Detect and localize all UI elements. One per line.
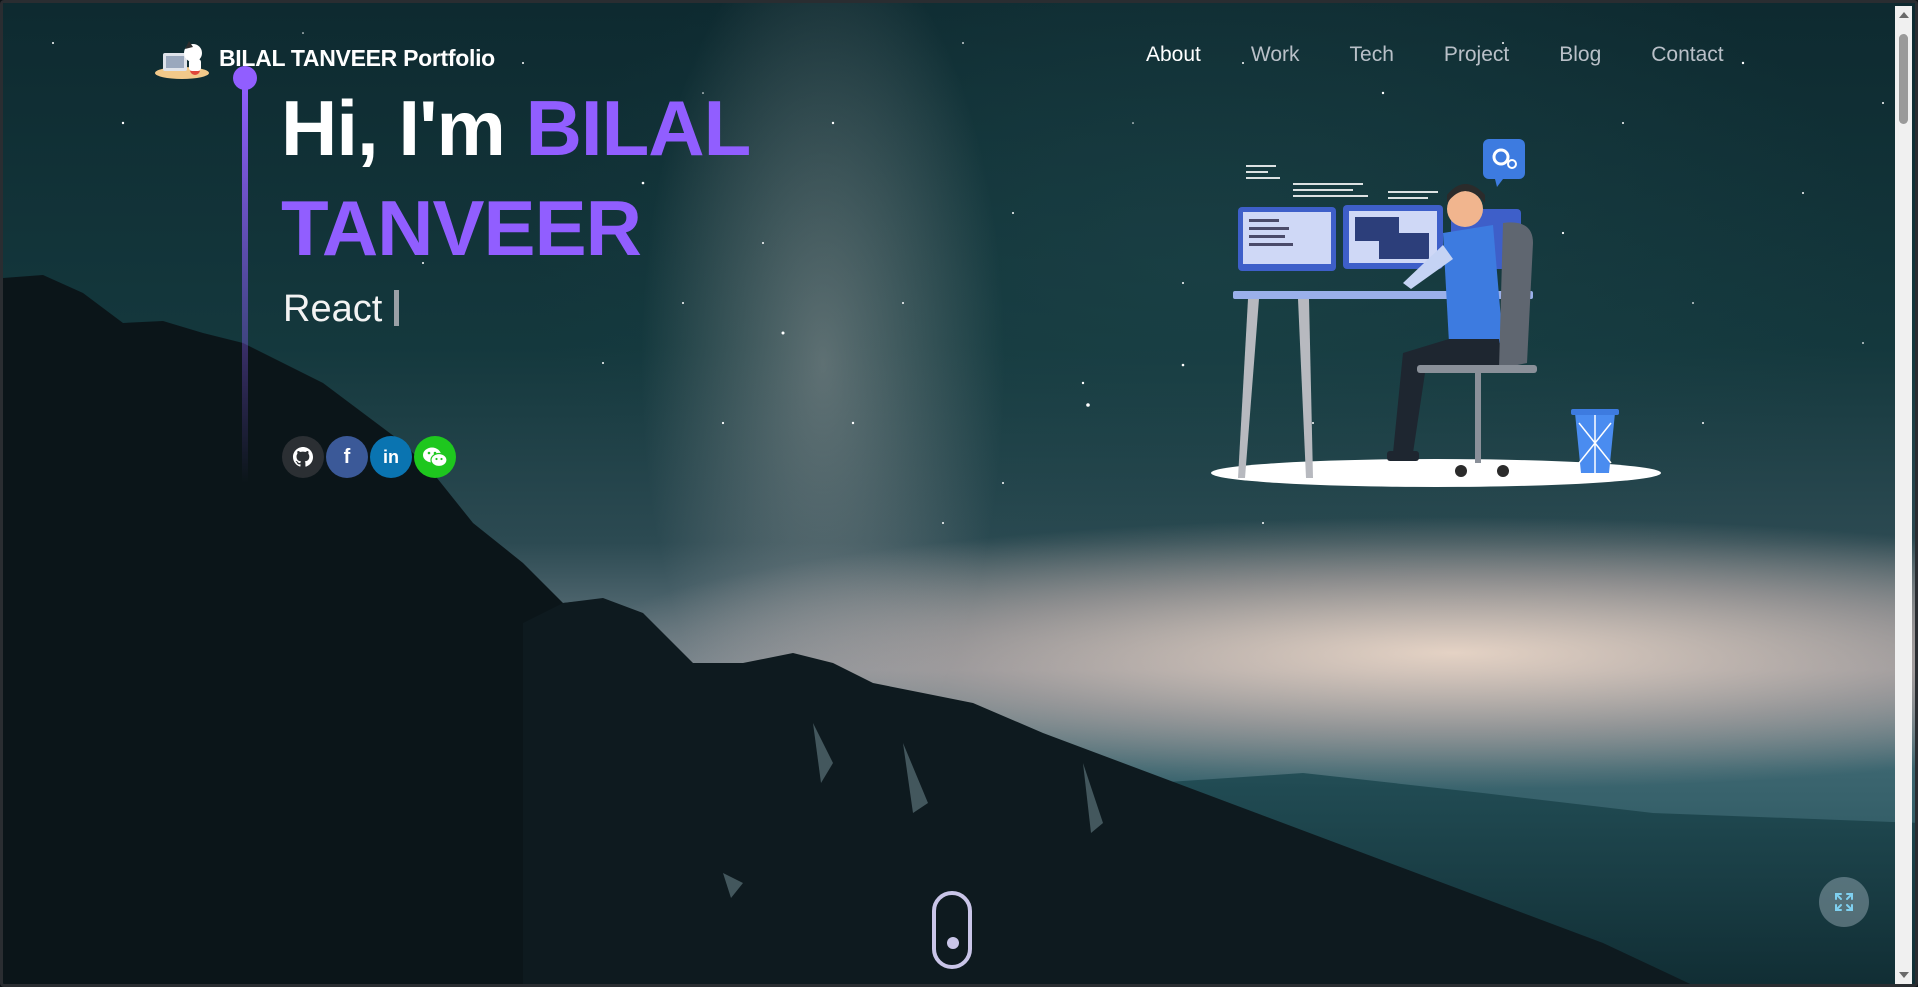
hero-name-first: BILAL (525, 84, 750, 172)
linkedin-link[interactable]: in (370, 436, 412, 478)
scroll-wheel-dot (947, 937, 959, 949)
wechat-icon (423, 447, 448, 468)
social-links: f in (282, 436, 456, 478)
scroll-down-arrow[interactable] (1899, 972, 1909, 978)
nav-work[interactable]: Work (1251, 43, 1300, 67)
timeline-line (242, 83, 248, 483)
nav-about[interactable]: About (1146, 43, 1201, 67)
nav-blog[interactable]: Blog (1559, 43, 1601, 67)
scroll-up-arrow[interactable] (1899, 12, 1909, 18)
facebook-icon: f (343, 445, 351, 468)
main-nav: About Work Tech Project Blog Contact (1146, 43, 1774, 67)
typing-caret (394, 290, 400, 326)
brand-link[interactable]: BILAL TANVEER Portfolio (153, 35, 495, 81)
nav-contact[interactable]: Contact (1651, 43, 1723, 67)
github-link[interactable] (282, 436, 324, 478)
hero-greeting: Hi, I'm (281, 84, 506, 172)
wechat-link[interactable] (414, 436, 456, 478)
fullscreen-button[interactable] (1819, 877, 1869, 927)
github-icon (293, 447, 314, 467)
app-window: BILAL TANVEER Portfolio About Work Tech … (0, 0, 1918, 987)
scrollbar-thumb[interactable] (1899, 34, 1908, 124)
scroll-down-indicator[interactable] (932, 891, 972, 969)
page-scrollbar[interactable] (1895, 6, 1912, 984)
linkedin-icon: in (383, 446, 399, 467)
facebook-link[interactable]: f (326, 436, 368, 478)
hero-name-last: TANVEER (281, 184, 642, 272)
typed-role-text: React (283, 288, 383, 330)
nav-tech[interactable]: Tech (1350, 43, 1394, 67)
brand-logo-icon (155, 41, 209, 79)
hero-heading: Hi, I'm BILAL TANVEER (281, 78, 841, 278)
brand-name: BILAL TANVEER Portfolio (219, 44, 495, 71)
developer-at-desk-illustration (1211, 139, 1661, 487)
expand-icon (1835, 893, 1853, 911)
typed-role: React (283, 288, 400, 331)
nav-project[interactable]: Project (1444, 43, 1509, 67)
